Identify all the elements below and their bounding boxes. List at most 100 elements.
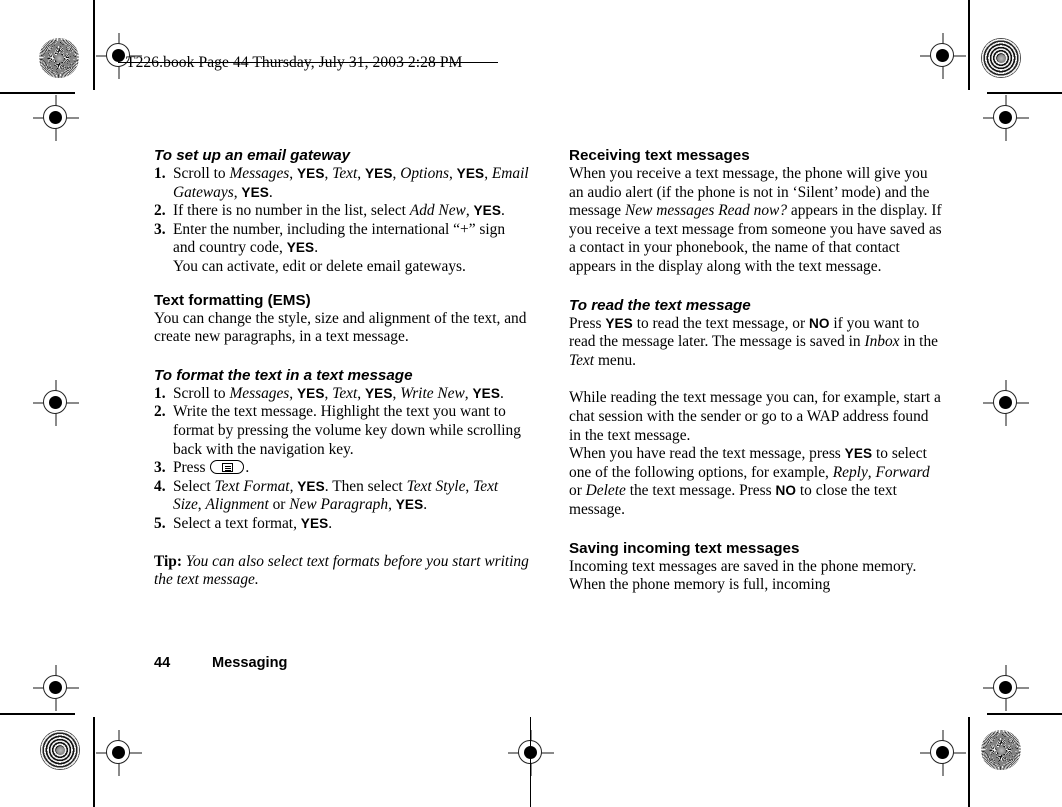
left-text-column: To set up an email gateway 1. Scroll to … (154, 146, 529, 590)
step-item: 2. Write the text message. Highlight the … (154, 403, 529, 459)
registration-mark-bottom-right (920, 730, 966, 776)
step-item: 5. Select a text format, YES. (154, 515, 529, 534)
text-run: , (289, 384, 297, 402)
text-run: When you have read the text message, pre… (569, 445, 845, 463)
menu-term: Add New (409, 202, 466, 220)
tip-text: You can also select text formats before … (154, 552, 529, 589)
paragraph-after-reading-options: When you have read the text message, pre… (569, 445, 944, 519)
step-text: Select Text Format, YES. Then select Tex… (173, 478, 498, 514)
regmark-dot (49, 681, 62, 694)
step-text: Press . (173, 459, 249, 476)
menu-term: Delete (585, 482, 626, 500)
menu-key-icon-line (224, 465, 231, 467)
key-label: YES (300, 515, 329, 531)
paragraph-read-text-message: Press YES to read the text message, or N… (569, 315, 944, 371)
key-label: YES (365, 166, 393, 181)
text-run: , (484, 165, 492, 182)
rings-target-top-right (981, 38, 1021, 78)
trim-line-left-horizontal (0, 92, 75, 94)
menu-term: New Paragraph (289, 496, 389, 514)
menu-term: Text (569, 351, 595, 369)
key-label: YES (844, 446, 873, 462)
key-label: NO (808, 315, 830, 331)
regmark-dot (936, 49, 949, 62)
menu-term: Write New (400, 384, 465, 402)
text-run: . (423, 496, 428, 514)
menu-term: Text Style (406, 477, 466, 495)
step-text: If there is no number in the list, selec… (173, 202, 505, 219)
menu-term: Text (332, 384, 358, 402)
text-run: . (328, 514, 333, 532)
trim-line-bottom-right-horizontal (987, 713, 1062, 715)
step-item: 3. Press . (154, 459, 529, 478)
step-text: Select a text format, YES. (173, 515, 332, 532)
right-text-column: Receiving text messages When you receive… (569, 146, 944, 595)
key-label: YES (286, 240, 315, 256)
text-run: Select (173, 477, 215, 495)
step-item: 2. If there is no number in the list, sel… (154, 202, 529, 221)
key-label: YES (296, 385, 325, 401)
text-run: menu. (594, 351, 636, 369)
step-list-format-text: 1. Scroll to Messages, YES, Text, YES, Wr… (154, 385, 529, 534)
text-run: . (268, 183, 273, 201)
step-text: Write the text message. Highlight the te… (173, 403, 521, 457)
menu-term: Messages (229, 165, 290, 182)
star-target-top-left (39, 38, 79, 78)
paragraph-receiving-text-messages: When you receive a text message, the pho… (569, 165, 944, 277)
step-number: 3. (154, 459, 166, 477)
tip-label: Tip: (154, 552, 182, 570)
text-run: to read the text message, or (632, 314, 809, 332)
heading-saving-incoming-text-messages: Saving incoming text messages (569, 539, 800, 557)
trim-line-bottom-left-horizontal (0, 713, 75, 715)
trim-line-bottom-center-vertical (530, 717, 532, 807)
footer-page-number: 44 (154, 655, 171, 671)
trim-line-right-horizontal (987, 92, 1062, 94)
registration-mark-right-middle (983, 380, 1029, 426)
regmark-dot (999, 111, 1012, 124)
menu-key-icon (210, 460, 245, 475)
registration-mark-left-middle (33, 380, 79, 426)
tip-block: Tip: You can also select text formats be… (154, 553, 529, 590)
subheading-to-format-text-in-message: To format the text in a text message (154, 366, 413, 384)
text-run: , (197, 496, 206, 514)
menu-term: Text Format (214, 477, 290, 495)
step-item: 4. Select Text Format, YES. Then select T… (154, 478, 529, 515)
key-label: YES (395, 497, 424, 513)
step-number: 2. (154, 403, 166, 421)
trim-line-left-vertical (93, 0, 95, 90)
text-run: Enter the number, including the internat… (173, 220, 506, 257)
document-header-text: T226.book Page 44 Thursday, July 31, 200… (126, 54, 463, 71)
text-run: . (245, 459, 250, 477)
regmark-dot (999, 396, 1012, 409)
menu-term: Reply (832, 463, 868, 481)
text-run: , (465, 202, 474, 220)
text-run: , (357, 165, 365, 182)
menu-term: New messages Read now? (625, 202, 788, 220)
text-run: , (357, 384, 365, 402)
text-run: in the (899, 333, 938, 351)
key-label: YES (456, 166, 485, 181)
regmark-dot (936, 746, 949, 759)
text-run: , (448, 165, 457, 182)
star-target-bottom-right (981, 730, 1021, 770)
menu-term: Alignment (205, 496, 269, 514)
text-run: . (501, 202, 505, 220)
key-label: YES (365, 385, 393, 401)
text-run: or (268, 496, 290, 514)
step-number: 2. (154, 202, 166, 220)
rings-target-bottom-left (40, 730, 80, 770)
text-run: You can activate, edit or delete email g… (173, 257, 466, 275)
text-run: the text message. Press (625, 482, 776, 500)
page-footer: 44 Messaging (154, 655, 287, 671)
step-text: Enter the number, including the internat… (173, 221, 505, 275)
text-run: . Then select (324, 477, 407, 495)
key-label: YES (241, 184, 269, 200)
key-label: YES (297, 478, 325, 494)
key-label: YES (472, 385, 500, 401)
key-label: YES (296, 166, 325, 181)
text-run: , (465, 477, 474, 495)
